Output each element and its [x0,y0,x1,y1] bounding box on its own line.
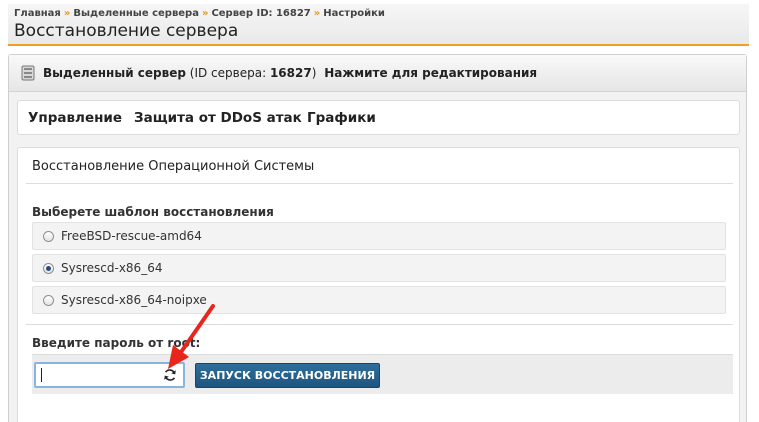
text-caret [41,368,42,382]
template-label: Выберете шаблон восстановления [32,205,274,219]
radio-button[interactable] [43,231,54,242]
page-title: Восстановление сервера [14,21,239,41]
tabs-bar: Управление Защита от DDoS атак Графики [17,100,740,135]
template-option-label: Sysrescd-x86_64 [61,261,163,275]
breadcrumb-separator: » [63,8,71,19]
server-icon [21,65,35,81]
root-password-label: Введите пароль от root: [32,336,201,350]
server-id-value: 16827 [269,66,312,80]
template-option-sysrescd[interactable]: Sysrescd-x86_64 [32,254,726,282]
os-restore-section: Восстановление Операционной Системы Выбе… [17,147,740,422]
template-option-label: FreeBSD-rescue-amd64 [61,229,202,243]
breadcrumb-separator: » [201,8,209,19]
tab-ddos-protection[interactable]: Защита от DDoS атак [134,110,302,126]
server-panel-header: Выделенный сервер (ID сервера: 16827) На… [9,55,746,92]
refresh-icon[interactable] [163,368,177,382]
divider [26,324,733,325]
template-option-freebsd-rescue[interactable]: FreeBSD-rescue-amd64 [32,222,726,250]
template-option-label: Sysrescd-x86_64-noipxe [61,293,207,307]
server-panel-title: Выделенный сервер (ID сервера: 16827) На… [43,66,537,80]
root-password-input[interactable] [34,362,185,388]
edit-server-link[interactable]: Нажмите для редактирования [324,66,537,80]
server-type-label: Выделенный сервер [43,66,186,80]
breadcrumb-settings: Настройки [323,8,385,19]
page-header: Главная» Выделенные сервера» Сервер ID: 16… [8,4,749,46]
divider [26,183,733,184]
root-password-row: ЗАПУСК ВОССТАНОВЛЕНИЯ [32,354,733,394]
tab-management[interactable]: Управление [28,110,122,126]
start-restore-button[interactable]: ЗАПУСК ВОССТАНОВЛЕНИЯ [195,363,380,388]
breadcrumb: Главная» Выделенные сервера» Сервер ID: 16… [14,8,385,19]
server-panel: Выделенный сервер (ID сервера: 16827) На… [8,54,747,422]
breadcrumb-home[interactable]: Главная [14,8,61,19]
os-restore-title: Восстановление Операционной Системы [32,159,315,174]
template-option-sysrescd-noipxe[interactable]: Sysrescd-x86_64-noipxe [32,286,726,314]
server-id-suffix: ) [311,66,317,80]
radio-button[interactable] [43,295,54,306]
breadcrumb-server-id[interactable]: Сервер ID: 16827 [211,8,310,19]
breadcrumb-separator: » [313,8,321,19]
server-id-prefix: (ID сервера: [189,66,267,80]
radio-button-selected[interactable] [43,263,54,274]
tab-graphs[interactable]: Графики [307,110,376,126]
breadcrumb-dedicated-servers[interactable]: Выделенные сервера [73,8,199,19]
